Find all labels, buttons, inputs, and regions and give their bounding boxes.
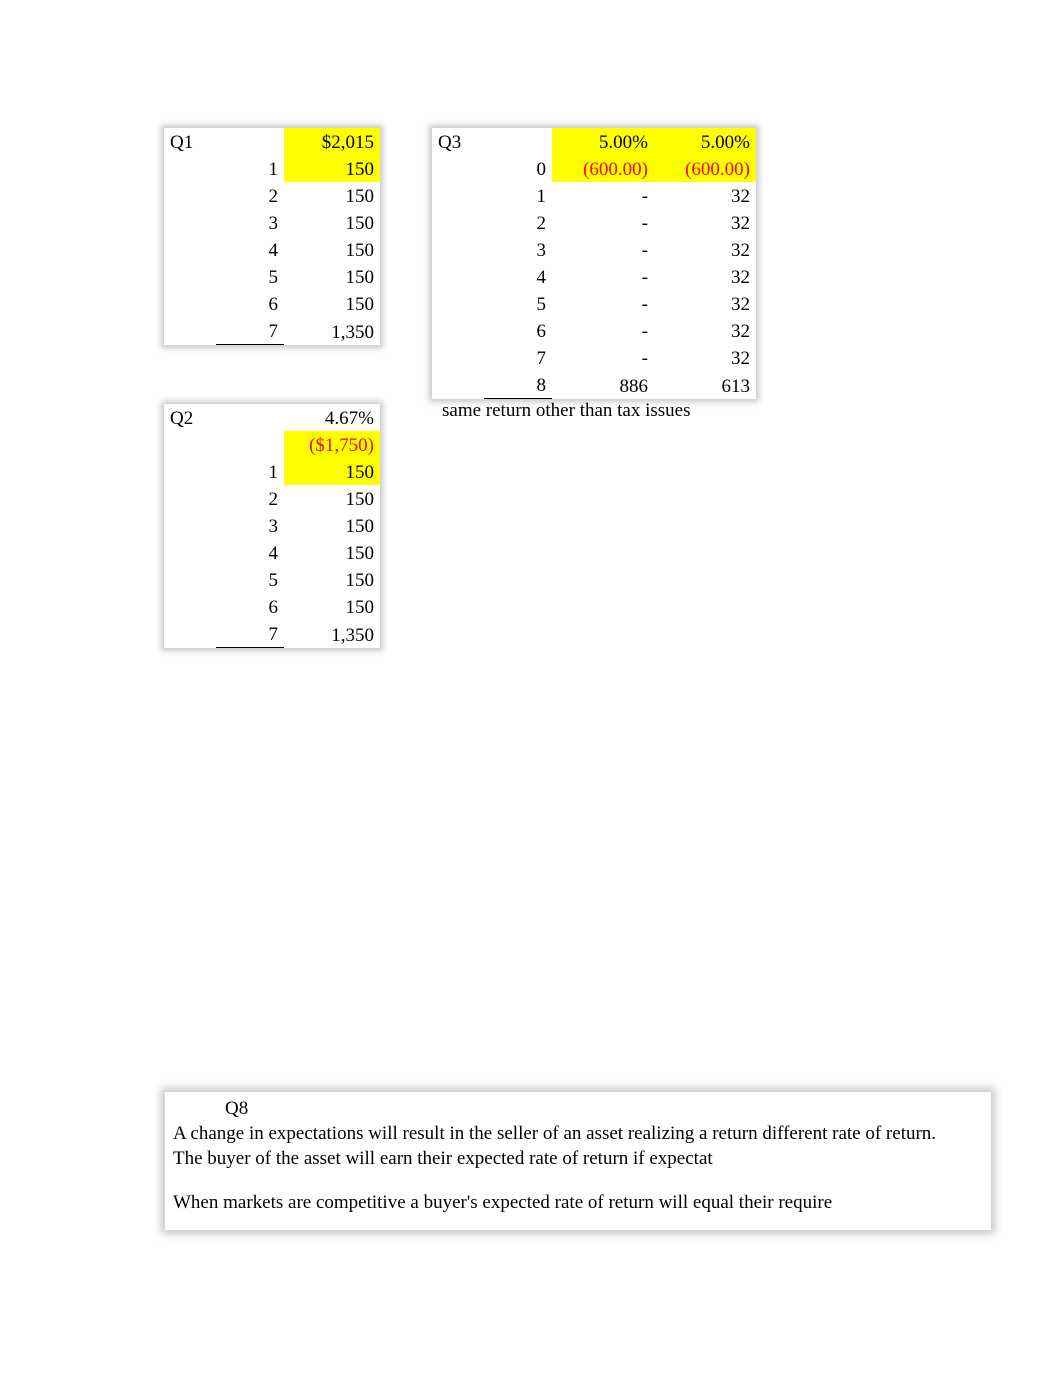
q2-val-6: 150 (284, 593, 380, 620)
q3-idx-4: 4 (484, 263, 552, 290)
q3-b-7: 32 (654, 344, 756, 371)
q1-idx-5: 5 (216, 263, 284, 290)
q3-idx-1: 1 (484, 182, 552, 209)
q3-idx-8: 8 (484, 371, 552, 399)
q1-idx-2: 2 (216, 182, 284, 209)
q3-b-2: 32 (654, 209, 756, 236)
q3-a-2: - (552, 209, 654, 236)
q3-a-5: - (552, 290, 654, 317)
q3-b-0: (600.00) (654, 155, 756, 182)
q3-a-8: 886 (552, 371, 654, 399)
q3-label: Q3 (432, 128, 484, 155)
q3-b-5: 32 (654, 290, 756, 317)
q1-idx-4: 4 (216, 236, 284, 263)
q1-val-5: 150 (284, 263, 380, 290)
q3-a-0: (600.00) (552, 155, 654, 182)
q1-val-6: 150 (284, 290, 380, 317)
q3-caption: same return other than tax issues (442, 400, 691, 422)
q2-idx-2: 2 (216, 485, 284, 512)
q1-val-1: 150 (284, 155, 380, 182)
q2-label: Q2 (164, 404, 216, 431)
q2-idx-5: 5 (216, 566, 284, 593)
q1-val-0: $2,015 (284, 128, 380, 155)
q2-val-7: 1,350 (284, 620, 380, 648)
q2-idx-6: 6 (216, 593, 284, 620)
q2-table: Q2 4.67% ($1,750) 1 150 2 150 3 150 4 15… (164, 404, 380, 648)
q8-para-1: A change in expectations will result in … (173, 1122, 983, 1171)
q3-idx-0: 0 (484, 155, 552, 182)
q2-idx-0 (216, 431, 284, 458)
q1-idx-6: 6 (216, 290, 284, 317)
q3-a-4: - (552, 263, 654, 290)
q3-b-6: 32 (654, 317, 756, 344)
q1-table: Q1 $2,015 1 150 2 150 3 150 4 150 5 150 … (164, 128, 380, 345)
q1-label: Q1 (164, 128, 216, 155)
q3-header-a: 5.00% (552, 128, 654, 155)
q3-idx-6: 6 (484, 317, 552, 344)
q2-val-1: 150 (284, 458, 380, 485)
q1-idx-7: 7 (216, 317, 284, 345)
q3-b-4: 32 (654, 263, 756, 290)
q3-a-7: - (552, 344, 654, 371)
q2-idx-7: 7 (216, 620, 284, 648)
q3-a-6: - (552, 317, 654, 344)
q8-box: Q8 A change in expectations will result … (165, 1092, 991, 1230)
q2-val-0: ($1,750) (284, 431, 380, 458)
q1-val-2: 150 (284, 182, 380, 209)
q3-header-b: 5.00% (654, 128, 756, 155)
q1-val-4: 150 (284, 236, 380, 263)
q3-idx-7: 7 (484, 344, 552, 371)
q2-val-3: 150 (284, 512, 380, 539)
q3-a-3: - (552, 236, 654, 263)
q2-val-4: 150 (284, 539, 380, 566)
q8-para-2: When markets are competitive a buyer's e… (173, 1191, 983, 1216)
q1-idx-1: 1 (216, 155, 284, 182)
q2-idx-1: 1 (216, 458, 284, 485)
q3-idx-5: 5 (484, 290, 552, 317)
q1-val-7: 1,350 (284, 317, 380, 345)
q3-b-1: 32 (654, 182, 756, 209)
q3-b-3: 32 (654, 236, 756, 263)
q3-idx-2: 2 (484, 209, 552, 236)
q3-b-8: 613 (654, 371, 756, 399)
q3-table: Q3 5.00% 5.00% 0 (600.00) (600.00) 1 - 3… (432, 128, 756, 399)
q1-idx-3: 3 (216, 209, 284, 236)
q1-idx-0 (216, 128, 284, 155)
q2-header-val: 4.67% (284, 404, 380, 431)
q2-idx-4: 4 (216, 539, 284, 566)
q2-val-2: 150 (284, 485, 380, 512)
q2-idx-3: 3 (216, 512, 284, 539)
q2-val-5: 150 (284, 566, 380, 593)
q3-idx-3: 3 (484, 236, 552, 263)
q3-a-1: - (552, 182, 654, 209)
q1-val-3: 150 (284, 209, 380, 236)
q8-label: Q8 (173, 1098, 983, 1120)
